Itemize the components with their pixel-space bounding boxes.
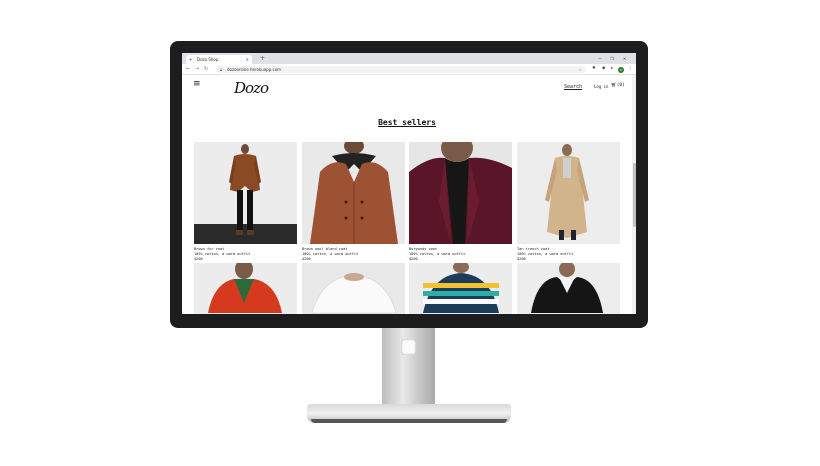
product-name[interactable]: Brown fur coat xyxy=(194,247,224,251)
minimize-icon[interactable]: — xyxy=(598,53,602,64)
address-bar[interactable]: 🔒︎ dozoonline.herokuapp.com ☆ xyxy=(216,65,586,73)
forward-icon[interactable]: → xyxy=(195,64,199,74)
cast-icon[interactable]: ▸ xyxy=(611,64,613,74)
url-text: dozoonline.herokuapp.com xyxy=(227,66,282,72)
site-logo[interactable]: Dozo xyxy=(234,79,269,97)
product-image[interactable] xyxy=(517,142,620,244)
cart-count: (0) xyxy=(616,83,625,88)
hamburger-menu-icon[interactable]: ≡ xyxy=(193,79,201,89)
product-image[interactable] xyxy=(302,142,405,244)
login-link[interactable]: Log in xyxy=(594,84,608,89)
product-image[interactable] xyxy=(409,263,512,314)
product-price: $200 xyxy=(194,257,203,261)
product-image[interactable] xyxy=(409,142,512,244)
tab-title: Dozo Shop xyxy=(197,57,219,62)
scrollbar-thumb[interactable] xyxy=(632,163,636,227)
product-price: $200 xyxy=(517,257,526,261)
back-icon[interactable]: ← xyxy=(186,64,190,74)
product-price: $200 xyxy=(409,257,418,261)
tab-strip: ✦ Dozo Shop ✕ + — ❐ ✕ xyxy=(182,53,636,64)
favicon-icon: ✦ xyxy=(189,57,193,62)
reload-icon[interactable]: ↻ xyxy=(204,64,208,74)
product-image[interactable] xyxy=(517,263,620,314)
lock-icon: 🔒︎ xyxy=(220,66,223,72)
product-description: 100% cotton, a warm outfit xyxy=(302,252,359,256)
product-name[interactable]: Tan trench coat xyxy=(517,247,549,251)
web-page: ≡ Dozo Search Log in 🛒︎(0) Best sellers xyxy=(182,75,632,314)
menu-kebab-icon[interactable]: ⋮ xyxy=(628,64,633,74)
monitor-stand-base-edge xyxy=(311,419,507,423)
product-image[interactable] xyxy=(194,263,297,314)
product-name[interactable]: Brown wool blend coat xyxy=(302,247,347,251)
close-window-icon[interactable]: ✕ xyxy=(623,53,626,64)
browser-window: ✦ Dozo Shop ✕ + — ❐ ✕ ← → ↻ 🔒︎ dozoonlin… xyxy=(182,53,636,314)
section-title: Best sellers xyxy=(378,118,436,127)
product-description: 100% cotton, a warm outfit xyxy=(409,252,466,256)
search-link[interactable]: Search xyxy=(564,84,582,90)
product-name[interactable]: Burgundy coat xyxy=(409,247,437,251)
cable-hole xyxy=(401,339,416,355)
cart-link[interactable]: 🛒︎(0) xyxy=(611,83,625,88)
extension-icon[interactable]: ✸ xyxy=(592,64,596,74)
product-price: $200 xyxy=(302,257,311,261)
browser-tab[interactable]: ✦ Dozo Shop ✕ xyxy=(186,55,252,64)
product-image[interactable] xyxy=(302,263,405,314)
browser-toolbar: ← → ↻ 🔒︎ dozoonline.herokuapp.com ☆ ✸ ◆ … xyxy=(182,64,636,75)
maximize-icon[interactable]: ❐ xyxy=(610,53,614,64)
close-tab-icon[interactable]: ✕ xyxy=(246,55,249,64)
product-image[interactable] xyxy=(194,142,297,244)
new-tab-button[interactable]: + xyxy=(260,54,265,63)
monitor-bezel: ✦ Dozo Shop ✕ + — ❐ ✕ ← → ↻ 🔒︎ dozoonlin… xyxy=(170,41,648,328)
extensions-puzzle-icon[interactable]: ◆ xyxy=(602,64,605,74)
product-description: 100% cotton, a warm outfit xyxy=(194,252,251,256)
bookmark-star-icon[interactable]: ☆ xyxy=(578,66,582,73)
product-description: 100% cotton, a warm outfit xyxy=(517,252,574,256)
profile-avatar[interactable]: D xyxy=(618,66,624,73)
